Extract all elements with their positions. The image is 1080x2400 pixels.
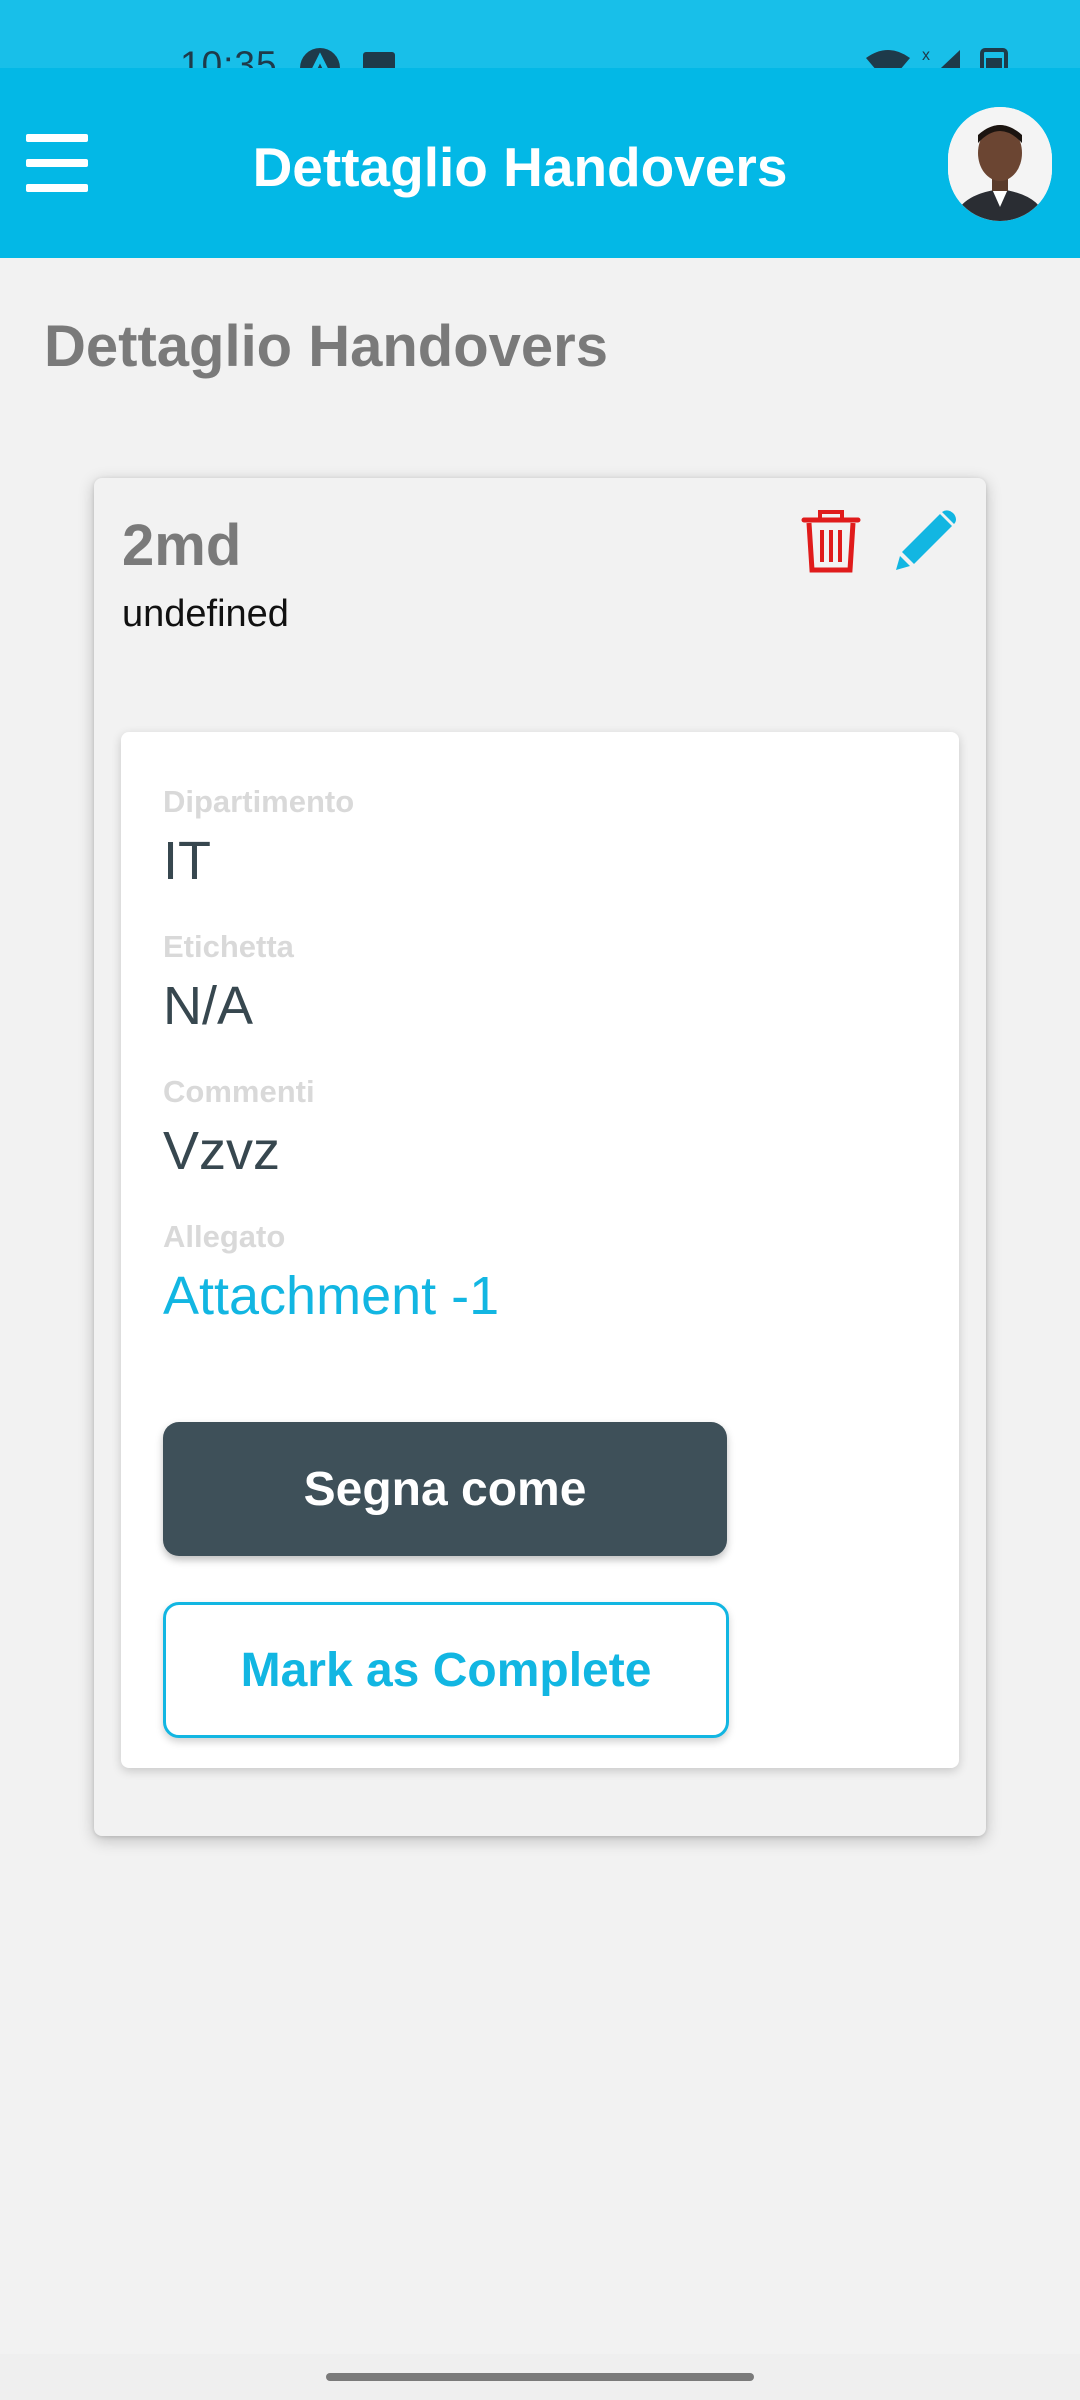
trash-icon[interactable]: [798, 508, 864, 574]
handover-details: Dipartimento IT Etichetta N/A Commenti V…: [121, 732, 959, 1768]
mark-as-button-label: Segna come: [303, 1462, 587, 1516]
handover-card: 2md undefined Dipartimento IT Etichetta …: [94, 478, 986, 1836]
comments-label: Commenti: [163, 1074, 315, 1109]
tag-label: Etichetta: [163, 929, 294, 964]
home-gesture-handle[interactable]: [326, 2373, 754, 2381]
mark-complete-button-label: Mark as Complete: [240, 1643, 652, 1697]
avatar[interactable]: [948, 107, 1052, 221]
mark-as-button[interactable]: Segna come: [163, 1422, 727, 1556]
app-bar-title: Dettaglio Handovers: [252, 136, 788, 198]
attachment-link[interactable]: Attachment -1: [163, 1265, 499, 1327]
attachment-label: Allegato: [163, 1219, 286, 1254]
department-value: IT: [163, 831, 211, 891]
mark-complete-button[interactable]: Mark as Complete: [163, 1602, 729, 1738]
page-title: Dettaglio Handovers: [44, 314, 608, 379]
handover-name: 2md: [122, 513, 242, 578]
comments-value: Vzvz: [163, 1121, 281, 1181]
handover-subtitle: undefined: [122, 593, 289, 635]
tag-value: N/A: [163, 976, 254, 1036]
department-label: Dipartimento: [163, 784, 355, 819]
svg-text:x: x: [922, 48, 930, 64]
pencil-icon[interactable]: [892, 508, 958, 574]
